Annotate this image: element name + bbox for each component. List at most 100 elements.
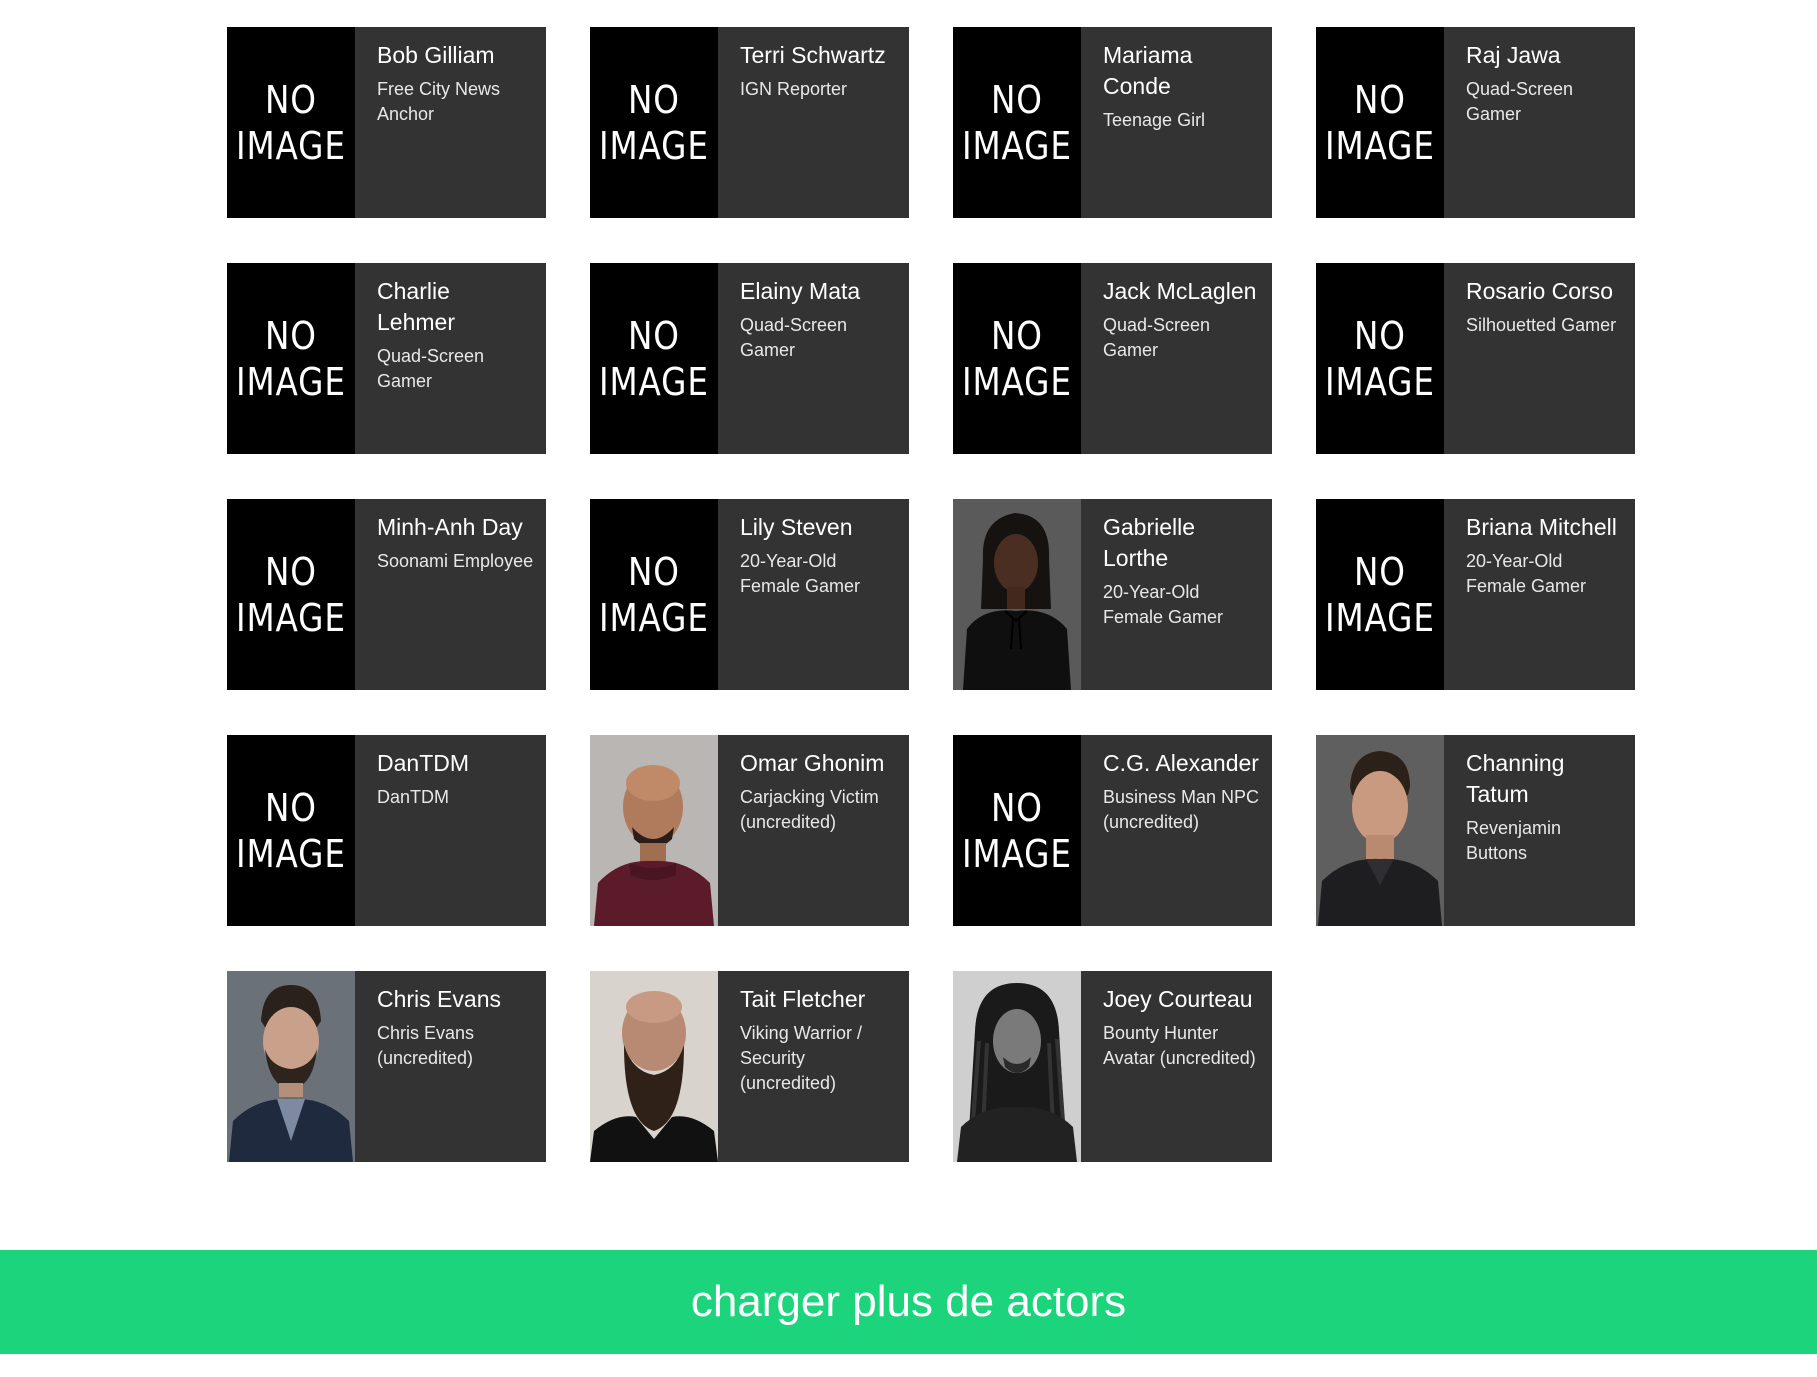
- no-image-line: IMAGE: [236, 595, 346, 640]
- actor-photo[interactable]: [227, 971, 355, 1162]
- no-image-placeholder[interactable]: NO IMAGE: [227, 499, 355, 690]
- cast-card[interactable]: Channing Tatum Revenjamin Buttons: [1316, 735, 1635, 926]
- cast-card[interactable]: NO IMAGE Briana Mitchell 20-Year-Old Female…: [1316, 499, 1635, 690]
- character-name: Soonami Employee: [377, 551, 534, 571]
- actor-name[interactable]: Briana Mitchell: [1466, 512, 1623, 543]
- cast-card[interactable]: NO IMAGE Terri Schwartz IGN Reporter: [590, 27, 909, 218]
- no-image-text: NO IMAGE: [599, 77, 709, 169]
- actor-name[interactable]: Chris Evans: [377, 984, 534, 1015]
- cast-info: Joey Courteau Bounty Hunter Avatar (uncre…: [1081, 971, 1272, 1162]
- cast-card[interactable]: NO IMAGE Mariama Conde Teenage Girl: [953, 27, 1272, 218]
- actor-name[interactable]: Minh-Anh Day: [377, 512, 534, 543]
- portrait-bearded-man-navy-jacket: [227, 971, 355, 1162]
- no-image-placeholder[interactable]: NO IMAGE: [953, 263, 1081, 454]
- no-image-line: IMAGE: [599, 595, 709, 640]
- cast-card[interactable]: NO IMAGE Bob Gilliam Free City News Anchor: [227, 27, 546, 218]
- actor-name[interactable]: Jack McLaglen: [1103, 276, 1260, 307]
- cast-card[interactable]: Omar Ghonim Carjacking Victim (uncredited…: [590, 735, 909, 926]
- no-image-line: NO: [991, 77, 1043, 122]
- no-image-placeholder[interactable]: NO IMAGE: [590, 263, 718, 454]
- character-name: Teenage Girl: [1103, 110, 1206, 130]
- character-name: 20-Year-Old Female Gamer: [1103, 582, 1224, 627]
- no-image-line: NO: [265, 313, 317, 358]
- actor-name[interactable]: Tait Fletcher: [740, 984, 897, 1015]
- cast-card[interactable]: NO IMAGE Charlie Lehmer Quad-Screen Gamer: [227, 263, 546, 454]
- cast-info: DanTDM DanTDM: [355, 735, 546, 926]
- no-image-line: IMAGE: [962, 123, 1072, 168]
- character-name: Quad-Screen Gamer: [1103, 315, 1211, 360]
- no-image-placeholder[interactable]: NO IMAGE: [590, 27, 718, 218]
- cast-card[interactable]: Gabrielle Lorthe 20-Year-Old Female Gamer: [953, 499, 1272, 690]
- no-image-line: NO: [1354, 77, 1406, 122]
- no-image-line: IMAGE: [962, 359, 1072, 404]
- no-image-placeholder[interactable]: NO IMAGE: [227, 263, 355, 454]
- no-image-placeholder[interactable]: NO IMAGE: [953, 735, 1081, 926]
- actor-photo[interactable]: [953, 971, 1081, 1162]
- cast-card[interactable]: NO IMAGE DanTDM DanTDM: [227, 735, 546, 926]
- no-image-placeholder[interactable]: NO IMAGE: [227, 735, 355, 926]
- actor-name[interactable]: Channing Tatum: [1466, 748, 1623, 810]
- no-image-line: IMAGE: [236, 831, 346, 876]
- actor-photo[interactable]: [590, 971, 718, 1162]
- cast-card[interactable]: NO IMAGE Rosario Corso Silhouetted Gamer: [1316, 263, 1635, 454]
- no-image-line: NO: [991, 785, 1043, 830]
- character-name: Revenjamin Buttons: [1466, 818, 1562, 863]
- actor-name[interactable]: Charlie Lehmer: [377, 276, 534, 338]
- cast-card[interactable]: NO IMAGE C.G. Alexander Business Man NPC (u…: [953, 735, 1272, 926]
- actor-name[interactable]: Mariama Conde: [1103, 40, 1260, 102]
- actor-name[interactable]: Terri Schwartz: [740, 40, 897, 71]
- character-name: 20-Year-Old Female Gamer: [740, 551, 861, 596]
- no-image-placeholder[interactable]: NO IMAGE: [953, 27, 1081, 218]
- cast-info: Briana Mitchell 20-Year-Old Female Gamer: [1444, 499, 1635, 690]
- actor-photo[interactable]: [953, 499, 1081, 690]
- cast-card[interactable]: NO IMAGE Elainy Mata Quad-Screen Gamer: [590, 263, 909, 454]
- actor-name[interactable]: Raj Jawa: [1466, 40, 1623, 71]
- cast-card[interactable]: Tait Fletcher Viking Warrior / Security (…: [590, 971, 909, 1162]
- no-image-text: NO IMAGE: [1325, 77, 1435, 169]
- no-image-placeholder[interactable]: NO IMAGE: [590, 499, 718, 690]
- cast-grid: NO IMAGE Bob Gilliam Free City News Anchor N…: [227, 27, 1635, 1162]
- cast-info: Tait Fletcher Viking Warrior / Security (…: [718, 971, 909, 1162]
- no-image-placeholder[interactable]: NO IMAGE: [1316, 27, 1444, 218]
- cast-card[interactable]: Joey Courteau Bounty Hunter Avatar (uncre…: [953, 971, 1272, 1162]
- cast-info: Mariama Conde Teenage Girl: [1081, 27, 1272, 218]
- character-name: Free City News Anchor: [377, 79, 501, 124]
- actor-name[interactable]: Joey Courteau: [1103, 984, 1260, 1015]
- character-name: Bounty Hunter Avatar (uncredited): [1103, 1023, 1256, 1068]
- cast-info: Rosario Corso Silhouetted Gamer: [1444, 263, 1635, 454]
- actor-name[interactable]: DanTDM: [377, 748, 534, 779]
- cast-info: Omar Ghonim Carjacking Victim (uncredited…: [718, 735, 909, 926]
- actor-photo[interactable]: [1316, 735, 1444, 926]
- cast-info: Elainy Mata Quad-Screen Gamer: [718, 263, 909, 454]
- actor-photo[interactable]: [590, 735, 718, 926]
- no-image-placeholder[interactable]: NO IMAGE: [1316, 499, 1444, 690]
- actor-name[interactable]: Omar Ghonim: [740, 748, 897, 779]
- actor-name[interactable]: Rosario Corso: [1466, 276, 1623, 307]
- character-name: DanTDM: [377, 787, 450, 807]
- no-image-line: NO: [265, 549, 317, 594]
- no-image-placeholder[interactable]: NO IMAGE: [227, 27, 355, 218]
- cast-card[interactable]: NO IMAGE Raj Jawa Quad-Screen Gamer: [1316, 27, 1635, 218]
- cast-card[interactable]: NO IMAGE Jack McLaglen Quad-Screen Gamer: [953, 263, 1272, 454]
- portrait-woman-black-top: [953, 499, 1081, 690]
- no-image-text: NO IMAGE: [236, 549, 346, 641]
- no-image-line: IMAGE: [1325, 595, 1435, 640]
- actor-name[interactable]: Elainy Mata: [740, 276, 897, 307]
- load-more-actors-button[interactable]: charger plus de actors: [0, 1250, 1817, 1354]
- cast-card[interactable]: Chris Evans Chris Evans (uncredited): [227, 971, 546, 1162]
- cast-card[interactable]: NO IMAGE Minh-Anh Day Soonami Employee: [227, 499, 546, 690]
- cast-info: Bob Gilliam Free City News Anchor: [355, 27, 546, 218]
- actor-name[interactable]: Lily Steven: [740, 512, 897, 543]
- cast-info: Raj Jawa Quad-Screen Gamer: [1444, 27, 1635, 218]
- character-name: IGN Reporter: [740, 79, 848, 99]
- no-image-placeholder[interactable]: NO IMAGE: [1316, 263, 1444, 454]
- cast-card[interactable]: NO IMAGE Lily Steven 20-Year-Old Female Gam…: [590, 499, 909, 690]
- actor-name[interactable]: Bob Gilliam: [377, 40, 534, 71]
- actor-name[interactable]: C.G. Alexander: [1103, 748, 1260, 779]
- no-image-line: IMAGE: [1325, 123, 1435, 168]
- cast-info: Terri Schwartz IGN Reporter: [718, 27, 909, 218]
- actor-name[interactable]: Gabrielle Lorthe: [1103, 512, 1260, 574]
- no-image-line: NO: [628, 549, 680, 594]
- no-image-line: NO: [1354, 549, 1406, 594]
- character-name: Quad-Screen Gamer: [377, 346, 485, 391]
